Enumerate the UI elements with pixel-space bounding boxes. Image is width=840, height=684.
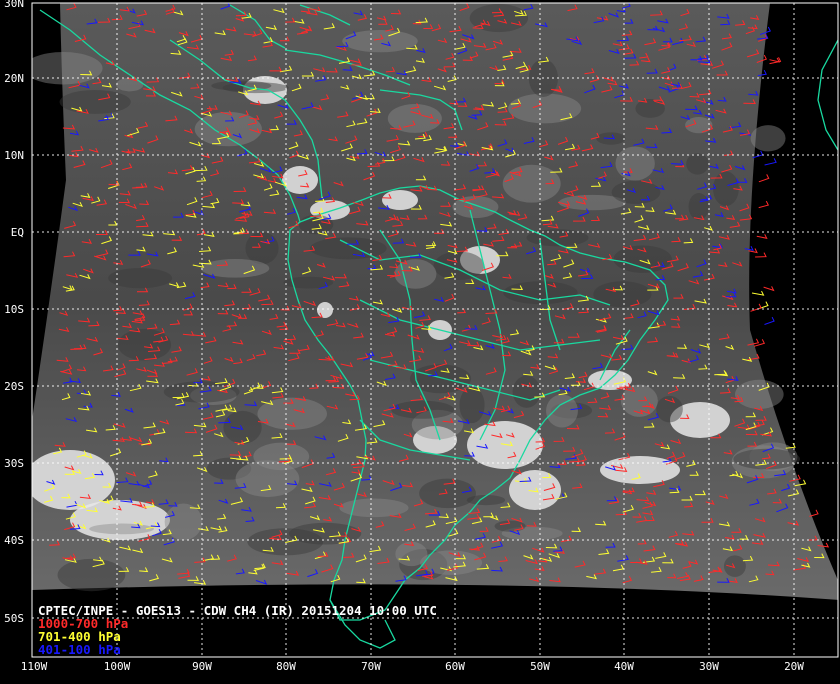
longitude-label: 110W: [20, 660, 48, 673]
latitude-label: 10S: [4, 303, 24, 316]
cloud: [194, 111, 262, 147]
longitude-label: 60W: [445, 660, 465, 673]
cloud: [735, 379, 784, 409]
cloud: [391, 400, 455, 419]
latitude-label: 40S: [4, 534, 24, 547]
latitude-label: 20N: [4, 72, 24, 85]
cloud: [509, 470, 561, 510]
cloud: [688, 193, 710, 221]
wind-barb: [758, 174, 770, 183]
longitude-label: 50W: [530, 660, 550, 673]
wind-barb: [750, 303, 762, 312]
wind-barb: [758, 200, 770, 209]
cloud: [164, 503, 203, 541]
cloud: [420, 550, 483, 575]
cloud: [309, 237, 387, 260]
cloud: [611, 180, 661, 204]
cloud: [508, 93, 582, 124]
wind-barb: [753, 339, 766, 347]
cloud: [467, 421, 543, 469]
longitude-label: 30W: [699, 660, 719, 673]
cloud: [235, 460, 300, 498]
cloud: [733, 448, 801, 470]
latitude-label: 30S: [4, 457, 24, 470]
longitude-label: 40W: [614, 660, 634, 673]
cloud: [409, 364, 472, 394]
wind-barb: [751, 290, 765, 296]
cloud: [433, 251, 485, 281]
legend-high-level: 401-100 hPa: [38, 642, 121, 657]
cloud: [750, 125, 786, 152]
cloud: [247, 528, 324, 556]
wind-barb: [756, 234, 768, 240]
map-canvas: [31, 2, 839, 658]
cloud: [342, 30, 418, 53]
cloud: [546, 394, 578, 428]
cloud: [200, 259, 270, 278]
wind-barb: [763, 286, 775, 292]
wind-barb: [764, 158, 777, 166]
cloud: [339, 498, 409, 518]
wind-barb: [769, 57, 781, 63]
cloud: [57, 558, 126, 592]
cloud: [59, 90, 131, 114]
cloud: [89, 523, 154, 535]
cloud: [223, 410, 262, 444]
wind-barb: [755, 252, 767, 258]
cloud: [459, 386, 485, 424]
longitude-label: 70W: [361, 660, 381, 673]
cloud: [317, 302, 333, 318]
cloud: [600, 456, 680, 484]
cloud: [593, 281, 652, 308]
wind-barb: [758, 301, 769, 310]
cloud: [298, 214, 334, 235]
cloud: [723, 555, 746, 577]
longitude-label: 100W: [103, 660, 131, 673]
latitude-label: 30N: [4, 0, 24, 10]
cloud: [656, 395, 683, 423]
cloud: [117, 328, 172, 361]
longitude-label: 20W: [784, 660, 804, 673]
latitude-label: 20S: [4, 380, 24, 393]
cloud: [32, 51, 103, 85]
wind-barb: [764, 316, 775, 325]
cloud: [615, 146, 655, 181]
satellite-map: 30N 20N 10N EQ 10S 20S 30S 40S 50S 110W 100W 90W 80…: [0, 0, 840, 680]
longitude-label: 90W: [192, 660, 212, 673]
latitude-label: 10N: [4, 149, 24, 162]
cloud: [512, 375, 541, 408]
cloud: [108, 267, 173, 289]
longitude-label: 80W: [276, 660, 296, 673]
cloud: [116, 77, 144, 92]
cloud: [494, 520, 526, 532]
latitude-label: 50S: [4, 612, 24, 625]
map-caption: CPTEC/INPE - GOES13 - CDW CH4 (IR) 20151…: [38, 604, 437, 656]
latitude-label: EQ: [10, 226, 24, 239]
cloud: [686, 153, 709, 175]
cloud: [635, 99, 665, 118]
